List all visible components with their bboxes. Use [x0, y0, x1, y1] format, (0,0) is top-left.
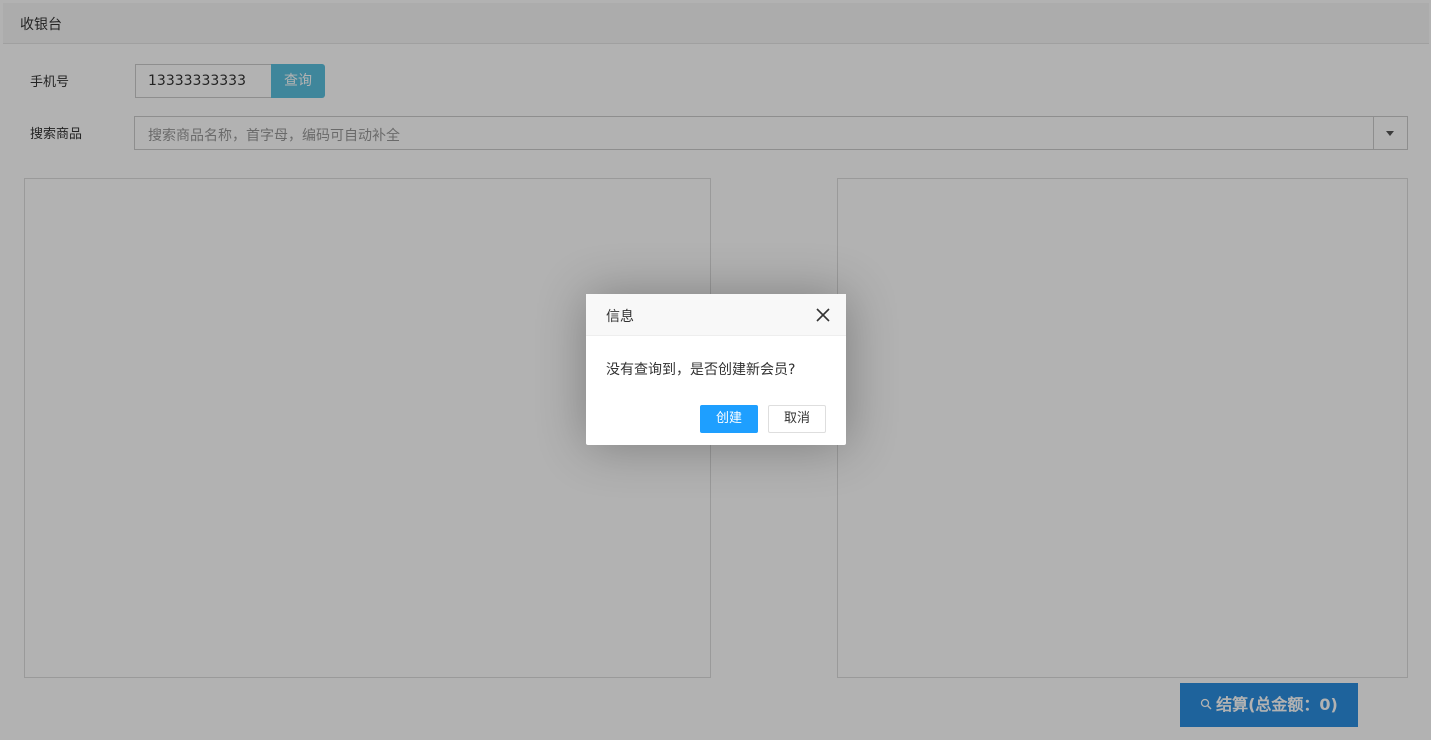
close-icon[interactable] [814, 306, 832, 324]
dialog-message: 没有查询到，是否创建新会员? [606, 362, 796, 378]
dialog-title: 信息 [606, 309, 634, 325]
cancel-button[interactable]: 取消 [768, 405, 826, 433]
info-dialog: 信息 没有查询到，是否创建新会员? 创建 取消 [586, 294, 846, 445]
dialog-header: 信息 [586, 294, 846, 336]
create-button[interactable]: 创建 [700, 405, 758, 433]
